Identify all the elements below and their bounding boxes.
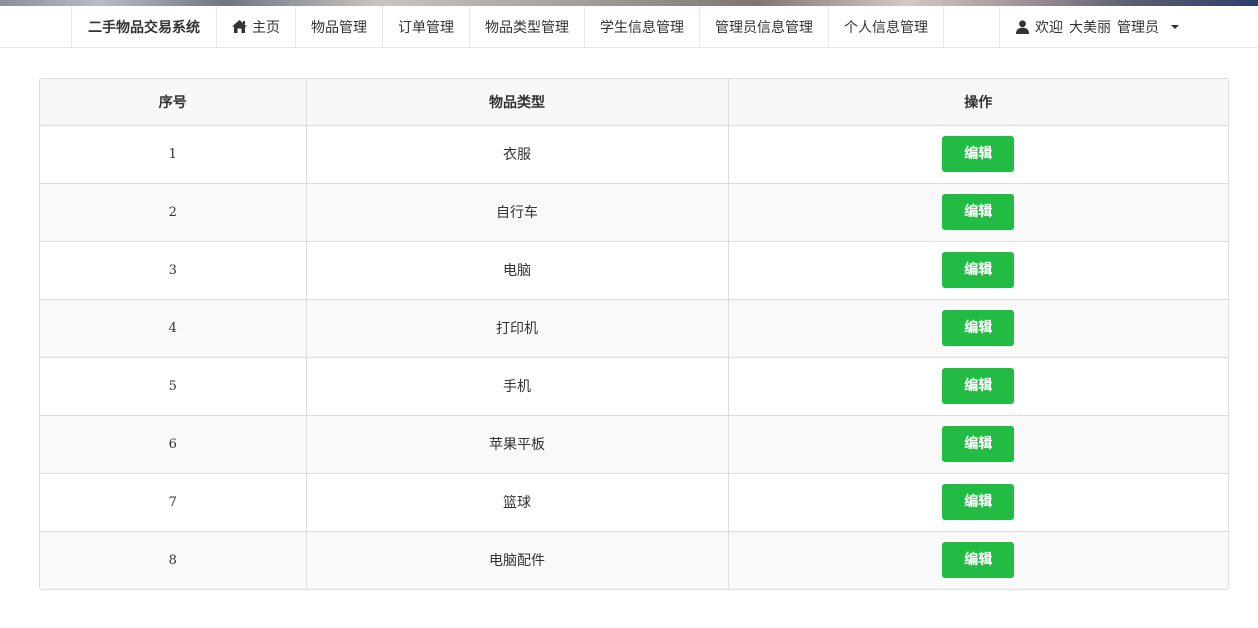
edit-button[interactable]: 编辑 bbox=[942, 310, 1015, 346]
table-row: 4 打印机 编辑 bbox=[40, 299, 1228, 358]
row-action-cell: 编辑 bbox=[728, 183, 1228, 242]
table-row: 2 自行车 编辑 bbox=[40, 183, 1228, 242]
nav-item-admins[interactable]: 管理员信息管理 bbox=[700, 6, 829, 47]
row-type: 打印机 bbox=[306, 299, 729, 358]
edit-button[interactable]: 编辑 bbox=[942, 484, 1015, 520]
nav-brand[interactable]: 二手物品交易系统 bbox=[72, 6, 217, 47]
user-role: 管理员 bbox=[1117, 19, 1159, 36]
row-type: 电脑配件 bbox=[306, 531, 729, 589]
header-action: 操作 bbox=[728, 79, 1228, 126]
table-row: 6 苹果平板 编辑 bbox=[40, 415, 1228, 474]
user-icon bbox=[1016, 19, 1029, 34]
row-index: 3 bbox=[40, 241, 307, 300]
row-index: 6 bbox=[40, 415, 307, 474]
nav-item-home[interactable]: 主页 bbox=[217, 6, 296, 47]
home-icon bbox=[232, 20, 247, 33]
row-action-cell: 编辑 bbox=[728, 357, 1228, 416]
caret-down-icon bbox=[1171, 24, 1179, 29]
edit-button[interactable]: 编辑 bbox=[942, 368, 1015, 404]
edit-button[interactable]: 编辑 bbox=[942, 136, 1015, 172]
nav-item-orders[interactable]: 订单管理 bbox=[383, 6, 470, 47]
edit-button[interactable]: 编辑 bbox=[942, 542, 1015, 579]
row-action-cell: 编辑 bbox=[728, 241, 1228, 300]
table-row: 5 手机 编辑 bbox=[40, 357, 1228, 416]
item-type-table: 序号 物品类型 操作 1 衣服 编辑 2 自行车 编辑 3 电脑 编辑 4 打印… bbox=[40, 79, 1228, 589]
table-header-row: 序号 物品类型 操作 bbox=[40, 79, 1228, 126]
table-row: 8 电脑配件 编辑 bbox=[40, 531, 1228, 589]
table-row: 7 篮球 编辑 bbox=[40, 473, 1228, 532]
row-type: 手机 bbox=[306, 357, 729, 416]
header-index: 序号 bbox=[40, 79, 307, 126]
row-index: 4 bbox=[40, 299, 307, 358]
header-type: 物品类型 bbox=[306, 79, 729, 126]
table-row: 1 衣服 编辑 bbox=[40, 125, 1228, 184]
nav-menu: 二手物品交易系统 主页 物品管理 订单管理 物品类型管理 学生信息管理 管理员信… bbox=[71, 6, 944, 47]
top-navbar: 二手物品交易系统 主页 物品管理 订单管理 物品类型管理 学生信息管理 管理员信… bbox=[0, 6, 1258, 48]
edit-button[interactable]: 编辑 bbox=[942, 426, 1015, 462]
user-dropdown[interactable]: 欢迎 大美丽 管理员 bbox=[999, 6, 1257, 47]
row-index: 1 bbox=[40, 125, 307, 184]
row-index: 5 bbox=[40, 357, 307, 416]
row-type: 电脑 bbox=[306, 241, 729, 300]
nav-item-profile[interactable]: 个人信息管理 bbox=[829, 6, 944, 47]
row-type: 篮球 bbox=[306, 473, 729, 532]
user-name: 大美丽 bbox=[1069, 19, 1111, 36]
user-welcome: 欢迎 bbox=[1035, 19, 1063, 36]
nav-item-home-label: 主页 bbox=[252, 19, 280, 36]
row-action-cell: 编辑 bbox=[728, 531, 1228, 589]
nav-item-students[interactable]: 学生信息管理 bbox=[585, 6, 700, 47]
row-index: 2 bbox=[40, 183, 307, 242]
row-action-cell: 编辑 bbox=[728, 473, 1228, 532]
row-action-cell: 编辑 bbox=[728, 125, 1228, 184]
table-row: 3 电脑 编辑 bbox=[40, 241, 1228, 300]
nav-item-items[interactable]: 物品管理 bbox=[296, 6, 383, 47]
row-action-cell: 编辑 bbox=[728, 415, 1228, 474]
row-type: 苹果平板 bbox=[306, 415, 729, 474]
row-index: 8 bbox=[40, 531, 307, 589]
row-type: 自行车 bbox=[306, 183, 729, 242]
row-type: 衣服 bbox=[306, 125, 729, 184]
row-action-cell: 编辑 bbox=[728, 299, 1228, 358]
item-type-table-container: 序号 物品类型 操作 1 衣服 编辑 2 自行车 编辑 3 电脑 编辑 4 打印… bbox=[39, 78, 1229, 590]
edit-button[interactable]: 编辑 bbox=[942, 252, 1015, 288]
edit-button[interactable]: 编辑 bbox=[942, 194, 1015, 230]
row-index: 7 bbox=[40, 473, 307, 532]
nav-item-item-types[interactable]: 物品类型管理 bbox=[470, 6, 585, 47]
